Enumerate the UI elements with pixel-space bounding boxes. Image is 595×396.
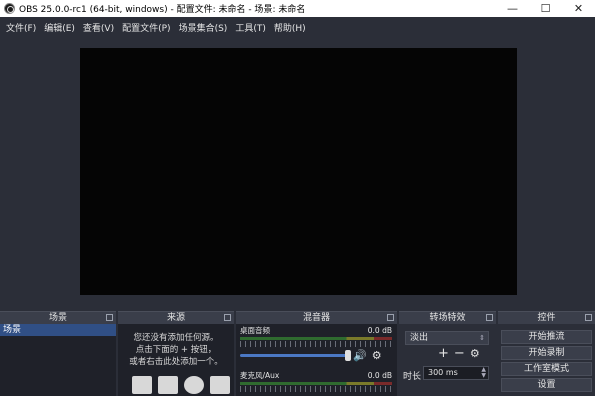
gear-icon[interactable]: ⚙ [372,349,382,362]
start-recording-button[interactable]: 开始录制 [501,346,592,360]
transition-select[interactable]: 淡出 ⇕ [405,331,489,345]
maximize-button[interactable]: ☐ [529,0,562,17]
channel-label-row: 麦克风/Aux 0.0 dB [240,371,392,381]
scenes-dock-title: 场景 [0,311,116,324]
speaker-icon[interactable]: 🔊 [353,349,367,362]
channel-name: 桌面音频 [240,326,270,335]
window-controls: — ☐ ✕ [496,0,595,17]
image-icon [132,376,152,394]
obs-logo-icon [4,3,15,14]
channel-label-row: 桌面音频 0.0 dB [240,326,392,336]
transitions-dock-label: 转场特效 [429,313,466,323]
sources-empty-message: 您还没有添加任何源。 点击下面的 + 按钮， 或者右击此处添加一个。 [118,332,234,368]
duration-input[interactable]: 300 ms ▲ ▼ [423,366,489,380]
transitions-dock-title: 转场特效 [399,311,496,324]
window-title: OBS 25.0.0-rc1 (64-bit, windows) - 配置文件:… [19,5,306,15]
sources-empty-line: 您还没有添加任何源。 [133,333,219,343]
spinner-icon[interactable]: ▲ ▼ [481,367,486,379]
meter-scale [240,341,392,347]
globe-icon [184,376,204,394]
channel-level: 0.0 dB [367,371,392,380]
volume-meter [240,337,392,340]
duration-label: 时长 [403,372,422,382]
remove-icon[interactable]: − [454,347,465,361]
volume-slider[interactable] [240,349,351,361]
channel-name: 麦克风/Aux [240,371,280,380]
source-type-icons [132,376,230,394]
fader-row: 🔊 ⚙ [240,349,392,362]
mixer-dock-title: 混音器 [236,311,397,324]
volume-slider-handle[interactable] [345,349,351,361]
dock-float-icon[interactable] [106,314,113,321]
preview-canvas[interactable] [80,48,517,295]
sources-list[interactable]: 您还没有添加任何源。 点击下面的 + 按钮， 或者右击此处添加一个。 [118,324,234,396]
menu-help[interactable]: 帮助(H) [270,21,310,34]
scenes-list[interactable]: 场景 [0,324,116,396]
scene-list-item[interactable]: 场景 [0,324,116,336]
start-streaming-button[interactable]: 开始推流 [501,330,592,344]
close-button[interactable]: ✕ [562,0,595,17]
menu-edit[interactable]: 编辑(E) [40,21,79,34]
display-icon [158,376,178,394]
sources-empty-line: 点击下面的 + 按钮， [135,345,217,355]
menu-profile[interactable]: 配置文件(P) [118,21,174,34]
audio-mixer: 桌面音频 0.0 dB 🔊 ⚙ 麦克风/Aux 0.0 dB [236,324,397,396]
studio-mode-button[interactable]: 工作室模式 [501,362,592,376]
mixer-dock-label: 混音器 [302,313,330,323]
transition-tools: + − ⚙ [438,347,480,361]
title-bar: OBS 25.0.0-rc1 (64-bit, windows) - 配置文件:… [0,0,595,17]
dock-float-icon[interactable] [387,314,394,321]
gear-icon[interactable]: ⚙ [470,347,480,361]
sources-dock-title: 来源 [118,311,234,324]
camera-icon [210,376,230,394]
add-icon[interactable]: + [438,347,449,361]
controls-dock-title: 控件 [498,311,595,324]
menu-bar: 文件(F) 编辑(E) 查看(V) 配置文件(P) 场景集合(S) 工具(T) … [0,17,595,37]
chevron-updown-icon: ⇕ [479,334,485,342]
menu-file[interactable]: 文件(F) [2,21,40,34]
mixer-channel-desktop: 桌面音频 0.0 dB 🔊 ⚙ [240,326,392,362]
transition-selected: 淡出 [410,333,429,343]
menu-tools[interactable]: 工具(T) [231,21,270,34]
preview-area [0,37,595,308]
channel-level: 0.0 dB [367,326,392,335]
menu-view[interactable]: 查看(V) [79,21,118,34]
volume-meter [240,382,392,385]
dock-float-icon[interactable] [585,314,592,321]
sources-empty-line: 或者右击此处添加一个。 [129,357,223,367]
menu-scene-collection[interactable]: 场景集合(S) [175,21,232,34]
minimize-button[interactable]: — [496,0,529,17]
settings-button[interactable]: 设置 [501,378,592,392]
meter-scale [240,386,392,392]
mixer-channel-mic: 麦克风/Aux 0.0 dB [240,371,392,392]
dock-float-icon[interactable] [224,314,231,321]
duration-value: 300 ms [428,368,458,377]
controls-dock-label: 控件 [537,313,556,323]
dock-float-icon[interactable] [486,314,493,321]
sources-dock-label: 来源 [166,313,185,323]
scenes-dock-label: 场景 [48,313,67,323]
